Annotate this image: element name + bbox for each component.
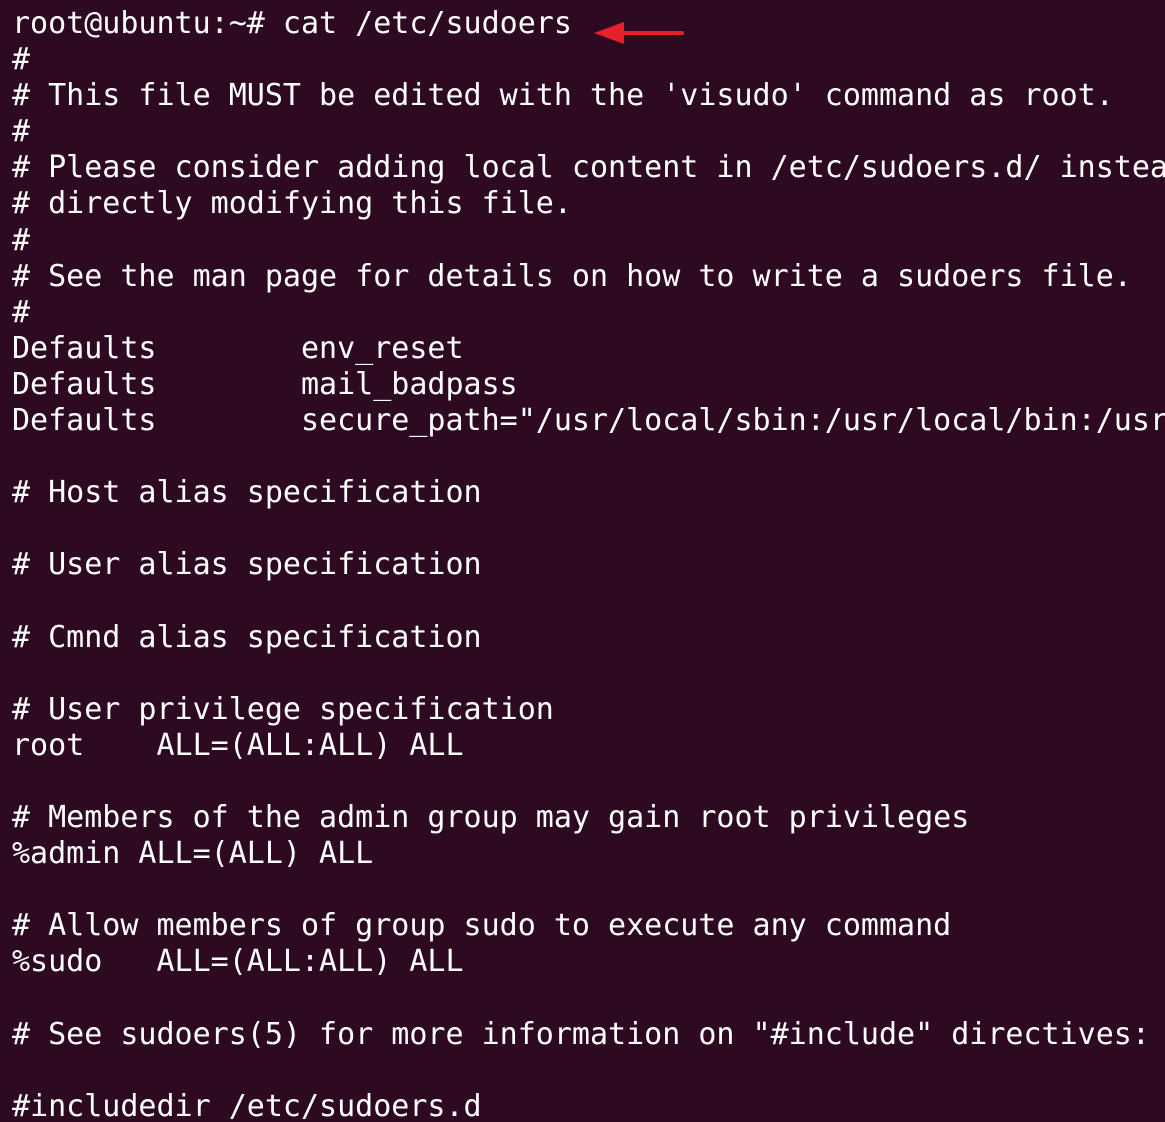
terminal-line-rule: %admin ALL=(ALL) ALL [12, 836, 374, 872]
terminal-line: # User privilege specification [12, 691, 554, 727]
terminal-line: # Allow members of group sudo to execute… [12, 908, 952, 944]
terminal-line-defaults: Defaults env_reset [12, 330, 464, 366]
terminal-line-defaults: Defaults mail_badpass [12, 366, 518, 402]
terminal-line: # [12, 222, 31, 258]
terminal-line-defaults: Defaults secure_path="/usr/local/sbin:/u… [12, 403, 1165, 439]
terminal-line: # Host alias specification [12, 475, 482, 511]
terminal-line: # [12, 42, 31, 78]
terminal-window[interactable]: root@ubuntu:~# cat /etc/sudoers # # This… [0, 0, 1165, 1122]
terminal-line-prompt: root@ubuntu:~# cat /etc/sudoers [12, 6, 572, 41]
terminal-line: # Members of the admin group may gain ro… [12, 800, 970, 836]
terminal-line: # directly modifying this file. [12, 186, 572, 222]
terminal-line-rule: %sudo ALL=(ALL:ALL) ALL [12, 944, 464, 980]
terminal-line: # [12, 294, 31, 330]
terminal-line: # User alias specification [12, 547, 482, 583]
arrow-left-icon [594, 22, 684, 44]
terminal-line: # [12, 114, 31, 150]
terminal-line: #includedir /etc/sudoers.d [12, 1088, 482, 1122]
terminal-output: root@ubuntu:~# cat /etc/sudoers # # This… [12, 6, 1165, 1122]
terminal-line: # Cmnd alias specification [12, 619, 482, 655]
terminal-line-rule: root ALL=(ALL:ALL) ALL [12, 727, 464, 763]
terminal-line: # See sudoers(5) for more information on… [12, 1016, 1150, 1052]
terminal-line: # Please consider adding local content i… [12, 150, 1165, 186]
terminal-line: # See the man page for details on how to… [12, 258, 1132, 294]
terminal-line: # This file MUST be edited with the 'vis… [12, 78, 1114, 114]
